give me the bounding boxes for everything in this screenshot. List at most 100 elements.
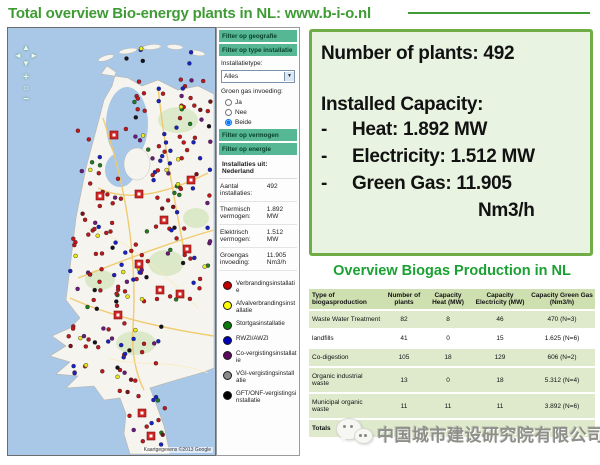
plant-dot-marker[interactable] xyxy=(128,414,132,418)
plant-dot-marker[interactable] xyxy=(116,366,120,370)
plant-dot-marker[interactable] xyxy=(155,196,159,200)
plant-dot-marker[interactable] xyxy=(159,443,163,447)
plant-dot-marker[interactable] xyxy=(87,338,91,342)
plant-dot-marker[interactable] xyxy=(157,87,161,91)
plant-dot-marker[interactable] xyxy=(141,439,145,443)
plant-dot-marker[interactable] xyxy=(112,273,116,277)
plant-dot-marker[interactable] xyxy=(98,155,102,159)
plant-dot-marker[interactable] xyxy=(161,92,165,96)
plant-dot-marker[interactable] xyxy=(92,298,96,302)
plant-dot-marker[interactable] xyxy=(156,339,160,343)
plant-dot-marker[interactable] xyxy=(68,269,72,273)
plant-dot-marker[interactable] xyxy=(76,129,80,133)
zoom-slider-icon[interactable]: ○ xyxy=(20,83,32,94)
plant-dot-marker[interactable] xyxy=(116,177,120,181)
plant-dot-marker[interactable] xyxy=(124,127,128,131)
plant-dot-marker[interactable] xyxy=(138,271,142,275)
filter-section-energie[interactable]: Filter op energie xyxy=(219,143,297,155)
plant-dot-marker[interactable] xyxy=(120,263,124,267)
plant-dot-marker[interactable] xyxy=(98,288,102,292)
plant-dot-marker[interactable] xyxy=(123,251,127,255)
plant-dot-marker[interactable] xyxy=(94,252,98,256)
red-square-marker[interactable] xyxy=(135,190,143,198)
plant-dot-marker[interactable] xyxy=(179,105,183,109)
plant-dot-marker[interactable] xyxy=(67,334,71,338)
plant-dot-marker[interactable] xyxy=(88,273,92,277)
plant-dot-marker[interactable] xyxy=(154,225,158,229)
plant-dot-marker[interactable] xyxy=(121,270,125,274)
plant-dot-marker[interactable] xyxy=(96,234,100,238)
groengas-radio-nee[interactable]: Nee xyxy=(217,107,299,117)
plant-dot-marker[interactable] xyxy=(105,192,109,196)
plant-dot-marker[interactable] xyxy=(69,344,73,348)
groengas-radio-ja[interactable]: Ja xyxy=(217,97,299,107)
plant-dot-marker[interactable] xyxy=(71,327,75,331)
map-zoom-control[interactable]: + ○ − xyxy=(20,72,32,105)
plant-dot-marker[interactable] xyxy=(107,327,111,331)
filter-section-geografie[interactable]: Filter op geografie xyxy=(219,30,297,42)
plant-dot-marker[interactable] xyxy=(83,218,87,222)
plant-dot-marker[interactable] xyxy=(114,241,118,245)
plant-dot-marker[interactable] xyxy=(198,108,202,112)
plant-dot-marker[interactable] xyxy=(136,107,140,111)
plant-dot-marker[interactable] xyxy=(86,233,90,237)
plant-dot-marker[interactable] xyxy=(122,321,126,325)
plant-dot-marker[interactable] xyxy=(192,256,196,260)
plant-dot-marker[interactable] xyxy=(180,94,184,98)
plant-dot-marker[interactable] xyxy=(200,118,204,122)
plant-dot-marker[interactable] xyxy=(133,328,137,332)
plant-dot-marker[interactable] xyxy=(192,140,196,144)
plant-dot-marker[interactable] xyxy=(146,259,150,263)
plant-dot-marker[interactable] xyxy=(109,230,113,234)
plant-dot-marker[interactable] xyxy=(206,109,210,113)
plant-dot-marker[interactable] xyxy=(166,252,170,256)
plant-dot-marker[interactable] xyxy=(159,325,163,329)
plant-dot-marker[interactable] xyxy=(133,379,137,383)
plant-dot-marker[interactable] xyxy=(192,104,196,108)
plant-dot-marker[interactable] xyxy=(132,337,136,341)
plant-dot-marker[interactable] xyxy=(100,369,104,373)
plant-dot-marker[interactable] xyxy=(143,109,147,113)
plant-dot-marker[interactable] xyxy=(119,197,123,201)
plant-dot-marker[interactable] xyxy=(157,144,161,148)
plant-dot-marker[interactable] xyxy=(93,288,97,292)
plant-dot-marker[interactable] xyxy=(125,57,129,61)
plant-dot-marker[interactable] xyxy=(115,292,119,296)
plant-dot-marker[interactable] xyxy=(142,91,146,95)
plant-dot-marker[interactable] xyxy=(145,275,149,279)
filter-section-vermogen[interactable]: Filter op vermogen xyxy=(219,129,297,141)
plant-dot-marker[interactable] xyxy=(92,227,96,231)
plant-dot-marker[interactable] xyxy=(93,221,97,225)
plant-dot-marker[interactable] xyxy=(137,80,141,84)
plant-dot-marker[interactable] xyxy=(160,207,164,211)
plant-dot-marker[interactable] xyxy=(175,126,179,130)
plant-dot-marker[interactable] xyxy=(116,285,120,289)
plant-dot-marker[interactable] xyxy=(151,173,155,177)
plant-dot-marker[interactable] xyxy=(185,148,189,152)
plant-dot-marker[interactable] xyxy=(175,236,179,240)
plant-dot-marker[interactable] xyxy=(172,191,176,195)
plant-dot-marker[interactable] xyxy=(182,141,186,145)
plant-dot-marker[interactable] xyxy=(160,154,164,158)
plant-dot-marker[interactable] xyxy=(170,228,174,232)
plant-dot-marker[interactable] xyxy=(86,305,90,309)
plant-dot-marker[interactable] xyxy=(150,421,154,425)
plant-dot-marker[interactable] xyxy=(152,341,156,345)
plant-dot-marker[interactable] xyxy=(168,161,172,165)
plant-dot-marker[interactable] xyxy=(134,115,138,119)
plant-dot-marker[interactable] xyxy=(198,286,202,290)
red-square-marker[interactable] xyxy=(135,260,143,268)
plant-dot-marker[interactable] xyxy=(114,300,118,304)
plant-dot-marker[interactable] xyxy=(110,221,114,225)
pan-left-icon[interactable]: ◄ xyxy=(14,52,22,60)
plant-dot-marker[interactable] xyxy=(187,61,191,65)
plant-dot-marker[interactable] xyxy=(110,337,114,341)
plant-dot-marker[interactable] xyxy=(164,141,168,145)
plant-dot-marker[interactable] xyxy=(90,160,94,164)
plant-dot-marker[interactable] xyxy=(140,350,144,354)
plant-dot-marker[interactable] xyxy=(131,278,135,282)
plant-dot-marker[interactable] xyxy=(188,122,192,126)
pan-up-icon[interactable]: ▲ xyxy=(22,44,30,52)
plant-dot-marker[interactable] xyxy=(78,336,82,340)
plant-dot-marker[interactable] xyxy=(72,364,76,368)
